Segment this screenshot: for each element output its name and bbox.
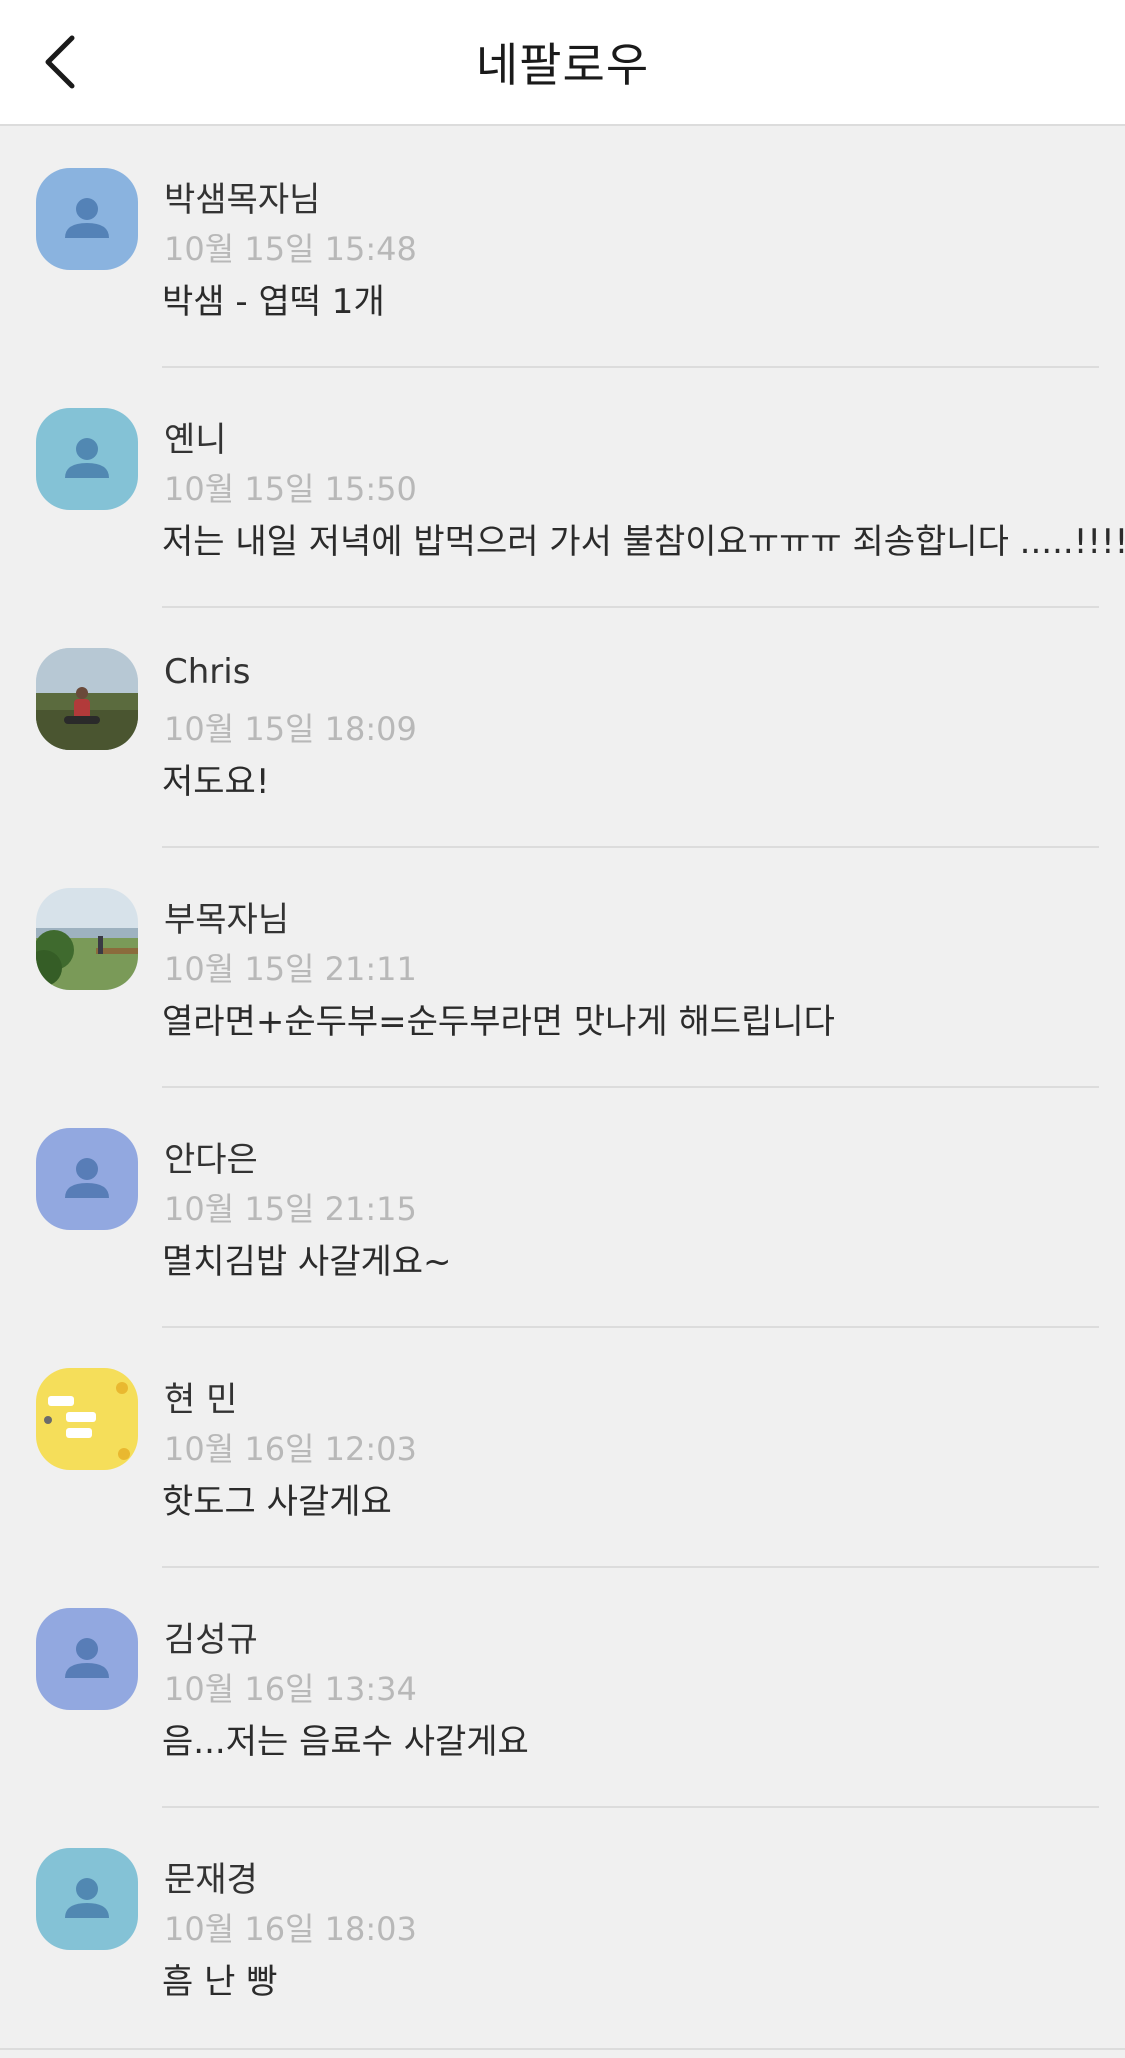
comment-text: 저도요! [162,762,270,802]
comment-timestamp: 10월 15일 21:11 [164,950,417,988]
default-avatar-icon[interactable] [36,1128,138,1230]
comment-timestamp: 10월 15일 21:15 [164,1190,417,1228]
avatar[interactable] [36,648,138,750]
comment-text: 음...저는 음료수 사갈게요 [162,1722,529,1762]
comment-text: 멸치김밥 사갈게요~ [162,1242,452,1282]
comment-item[interactable]: 박샘목자님 10월 15일 15:48 박샘 - 엽떡 1개 [0,128,1125,368]
comment-item[interactable]: 옌니 10월 15일 15:50 저는 내일 저녁에 밥먹으러 가서 불참이요ㅠㅠㅠ… [0,368,1125,608]
comment-item[interactable]: Chris 10월 15일 18:09 저도요! [0,608,1125,848]
list-bottom-divider [0,2048,1125,2050]
default-avatar-icon[interactable] [36,1848,138,1950]
comment-author-name: 김성규 [164,1620,258,1660]
comment-timestamp: 10월 15일 15:48 [164,230,417,268]
comment-author-name: 옌니 [164,420,227,460]
comment-item[interactable]: 현 민 10월 16일 12:03 핫도그 사갈게요 [0,1328,1125,1568]
comment-timestamp: 10월 15일 15:50 [164,470,417,508]
comment-text: 저는 내일 저녁에 밥먹으러 가서 불참이요ㅠㅠㅠ 죄송합니다 .....!!!… [162,522,1125,562]
comment-text: 박샘 - 엽떡 1개 [162,282,385,322]
avatar[interactable] [36,1368,138,1470]
default-avatar-icon[interactable] [36,1608,138,1710]
comment-text: 핫도그 사갈게요 [162,1482,392,1522]
comment-timestamp: 10월 16일 18:03 [164,1910,417,1948]
comment-list: 박샘목자님 10월 15일 15:48 박샘 - 엽떡 1개 옌니 10월 15일 1… [0,128,1125,2048]
comment-timestamp: 10월 15일 18:09 [164,710,417,748]
comment-item[interactable]: 문재경 10월 16일 18:03 흠 난 빵 [0,1808,1125,2048]
default-avatar-icon[interactable] [36,168,138,270]
comment-item[interactable]: 김성규 10월 16일 13:34 음...저는 음료수 사갈게요 [0,1568,1125,1808]
comment-text: 열라면+순두부=순두부라면 맛나게 해드립니다 [162,1002,835,1042]
comment-text: 흠 난 빵 [162,1962,278,2002]
comment-author-name: Chris [164,652,251,692]
default-avatar-icon[interactable] [36,408,138,510]
comment-author-name: 문재경 [164,1860,258,1900]
comment-author-name: 박샘목자님 [164,180,321,220]
comment-author-name: 부목자님 [164,900,290,940]
avatar[interactable] [36,888,138,990]
top-bar: 네팔로우 [0,0,1125,126]
comment-timestamp: 10월 16일 13:34 [164,1670,417,1708]
comment-item[interactable]: 안다은 10월 15일 21:15 멸치김밥 사갈게요~ [0,1088,1125,1328]
page-title: 네팔로우 [475,38,650,92]
comment-timestamp: 10월 16일 12:03 [164,1430,417,1468]
comment-author-name: 현 민 [164,1380,238,1420]
comment-item[interactable]: 부목자님 10월 15일 21:11 열라면+순두부=순두부라면 맛나게 해드립니다 [0,848,1125,1088]
comment-author-name: 안다은 [164,1140,258,1180]
